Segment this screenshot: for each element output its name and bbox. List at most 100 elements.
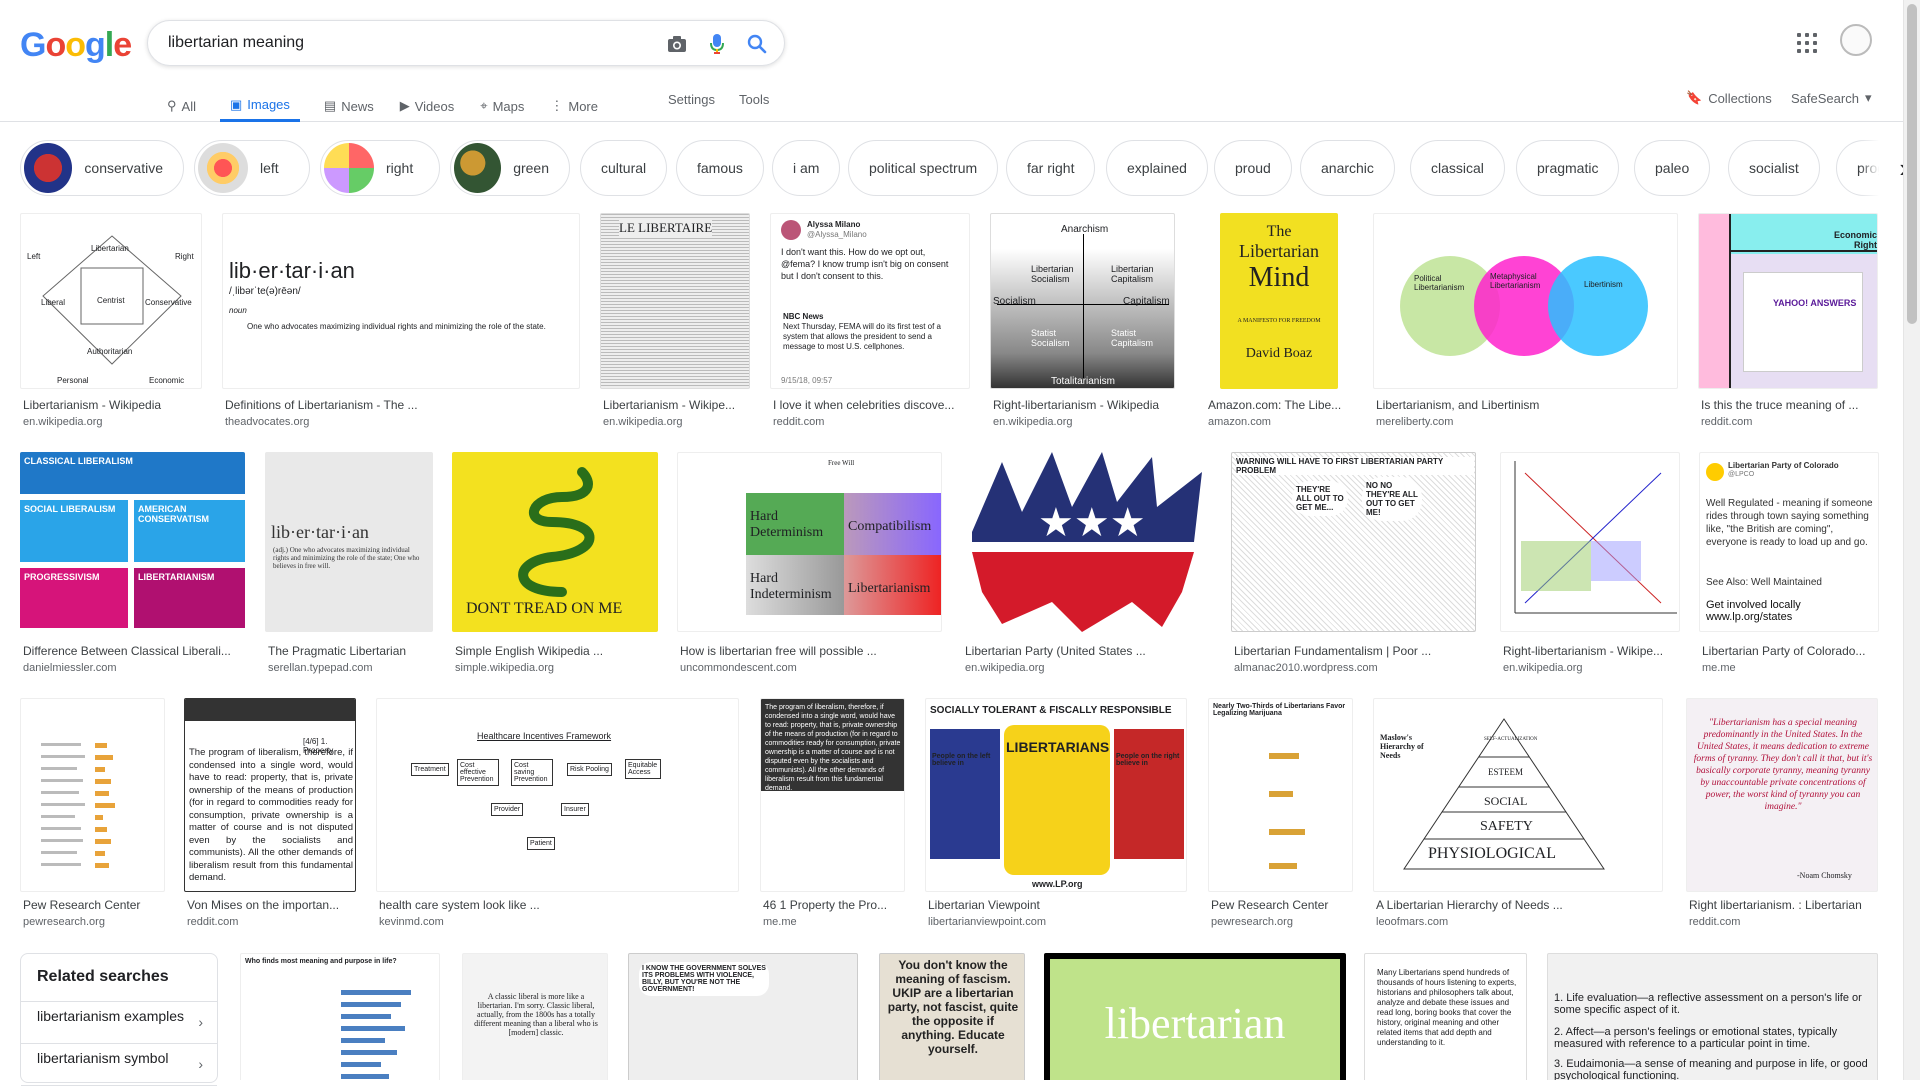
result-image[interactable]: CLASSICAL LIBERALISM SOCIAL LIBERALISM A… (20, 452, 245, 632)
result-site[interactable]: pewresearch.org (1211, 916, 1293, 928)
result-card[interactable]: Anarchism Libertarian Socialism Libertar… (990, 213, 1175, 428)
apps-grid-icon[interactable] (1795, 31, 1819, 55)
result-site[interactable]: amazon.com (1208, 416, 1271, 428)
result-title[interactable]: Definitions of Libertarianism - The ... (225, 398, 579, 412)
google-logo[interactable]: Google (20, 26, 132, 65)
chip-green[interactable]: green (450, 140, 570, 196)
result-site[interactable]: uncommondescent.com (680, 662, 797, 674)
result-title[interactable]: Libertarianism - Wikipe... (603, 398, 749, 412)
result-site[interactable]: kevinmd.com (379, 916, 444, 928)
result-site[interactable]: en.wikipedia.org (23, 416, 103, 428)
result-image[interactable]: Anarchism Libertarian Socialism Libertar… (990, 213, 1175, 389)
result-card[interactable]: Nearly Two-Thirds of Libertarians Favor … (1208, 698, 1353, 934)
tab-videos[interactable]: ▶ Videos (398, 90, 457, 122)
result-card[interactable]: I KNOW THE GOVERNMENT SOLVES ITS PROBLEM… (628, 953, 858, 1080)
microphone-icon[interactable] (704, 31, 730, 57)
result-image[interactable]: The Libertarian Mind A MANIFESTO FOR FRE… (1220, 213, 1338, 389)
result-card[interactable]: Libertarian Left Right Centrist Liberal … (20, 213, 202, 428)
result-card[interactable]: Political Libertarianism Metaphysical Li… (1373, 213, 1678, 428)
result-card[interactable]: You don't know the meaning of fascism. U… (879, 953, 1025, 1080)
result-image[interactable]: SOCIALLY TOLERANT & FISCALLY RESPONSIBLE… (925, 698, 1187, 892)
result-title[interactable]: Right-libertarianism - Wikipedia (993, 398, 1174, 412)
result-image[interactable]: Nearly Two-Thirds of Libertarians Favor … (1208, 698, 1353, 892)
result-image[interactable]: WARNING WILL HAVE TO FIRST LIBERTARIAN P… (1231, 452, 1476, 632)
result-title[interactable]: Difference Between Classical Liberali... (23, 644, 244, 658)
tools-link[interactable]: Tools (739, 92, 769, 107)
result-site[interactable]: me.me (1702, 662, 1736, 674)
related-search-item[interactable]: libertarianism examples › (21, 1002, 217, 1044)
camera-icon[interactable] (664, 31, 690, 57)
result-card[interactable]: lib·er·tar·i·an (adj.) One who advocates… (265, 452, 433, 678)
result-site[interactable]: almanac2010.wordpress.com (1234, 662, 1378, 674)
result-image[interactable]: 1. Life evaluation—a reflective assessme… (1547, 953, 1878, 1080)
result-title[interactable]: Simple English Wikipedia ... (455, 644, 657, 658)
result-card[interactable]: Maslow's Hierarchy of Needs SELF-ACTUALI… (1373, 698, 1663, 934)
result-site[interactable]: danielmiessler.com (23, 662, 117, 674)
result-card[interactable]: lib·er·tar·i·an /ˌlibərˈte(ə)rēən/ noun … (222, 213, 580, 428)
result-card[interactable]: Who finds most meaning and purpose in li… (240, 953, 440, 1080)
result-card[interactable]: Libertarian Party of Colorado @LPCO Well… (1699, 452, 1879, 678)
chip-cultural[interactable]: cultural (580, 140, 668, 196)
result-image[interactable]: A classic liberal is more like a liberta… (462, 953, 608, 1080)
result-image[interactable]: LE LIBERTAIRE (600, 213, 750, 389)
result-image[interactable]: I KNOW THE GOVERNMENT SOLVES ITS PROBLEM… (628, 953, 858, 1080)
chevron-right-icon[interactable]: › (1860, 140, 1908, 196)
result-title[interactable]: Libertarian Party (United States ... (965, 644, 1209, 658)
page-scrollbar[interactable] (1903, 0, 1920, 1080)
result-card[interactable]: SOCIALLY TOLERANT & FISCALLY RESPONSIBLE… (925, 698, 1187, 934)
search-input[interactable]: libertarian meaning (168, 34, 304, 52)
result-site[interactable]: me.me (763, 916, 797, 928)
result-card[interactable]: "Libertarianism has a special meaning pr… (1686, 698, 1878, 934)
chip-classical[interactable]: classical (1410, 140, 1505, 196)
result-image[interactable] (1500, 452, 1680, 632)
tab-all[interactable]: ⚲ All (165, 90, 198, 122)
result-card[interactable]: libertarian (1044, 953, 1346, 1080)
search-icon[interactable] (744, 31, 770, 57)
result-image[interactable]: Economic Right YAHOO! ANSWERS (1698, 213, 1878, 389)
chip-conservative[interactable]: conservative (20, 140, 184, 196)
result-title[interactable]: Von Mises on the importan... (187, 898, 355, 912)
result-site[interactable]: en.wikipedia.org (993, 416, 1073, 428)
result-card[interactable]: Healthcare Incentives Framework Treatmen… (376, 698, 739, 934)
result-card[interactable]: LE LIBERTAIRE Libertarianism - Wikipe...… (600, 213, 750, 428)
result-image[interactable]: lib·er·tar·i·an /ˌlibərˈte(ə)rēən/ noun … (222, 213, 580, 389)
result-title[interactable]: Is this the truce meaning of ... (1701, 398, 1877, 412)
tab-maps[interactable]: ⌖ Maps (478, 90, 526, 122)
result-card[interactable]: Right-libertarianism - Wikipe... en.wiki… (1500, 452, 1680, 678)
result-title[interactable]: Libertarian Viewpoint (928, 898, 1186, 912)
result-title[interactable]: I love it when celebrities discove... (773, 398, 969, 412)
chip-i-am[interactable]: i am (772, 140, 841, 196)
tab-images[interactable]: ▣ Images (219, 90, 300, 122)
result-image[interactable]: Alyssa Milano @Alyssa_Milano I don't wan… (770, 213, 970, 389)
tab-more[interactable]: ⋮ More (548, 90, 600, 122)
chip-socialist[interactable]: socialist (1728, 140, 1820, 196)
result-image[interactable]: lib·er·tar·i·an (adj.) One who advocates… (265, 452, 433, 632)
result-card[interactable]: WARNING WILL HAVE TO FIRST LIBERTARIAN P… (1231, 452, 1476, 678)
result-image[interactable]: [4/6] 1. Property The program of liberal… (184, 698, 356, 892)
result-title[interactable]: Right libertarianism. : Libertarian (1689, 898, 1877, 912)
result-title[interactable]: Libertarian Fundamentalism | Poor ... (1234, 644, 1475, 658)
chip-right[interactable]: right (320, 140, 440, 196)
result-image[interactable]: The program of liberalism, therefore, if… (760, 698, 905, 892)
result-title[interactable]: A Libertarian Hierarchy of Needs ... (1376, 898, 1662, 912)
search-box[interactable]: libertarian meaning (147, 20, 785, 66)
result-image[interactable]: Healthcare Incentives Framework Treatmen… (376, 698, 739, 892)
result-image[interactable] (20, 698, 165, 892)
settings-link[interactable]: Settings (668, 92, 715, 107)
result-title[interactable]: 46 1 Property the Pro... (763, 898, 904, 912)
result-image[interactable]: Libertarian Party of Colorado @LPCO Well… (1699, 452, 1879, 632)
result-card[interactable]: A classic liberal is more like a liberta… (462, 953, 608, 1080)
result-title[interactable]: Amazon.com: The Libe... (1208, 398, 1354, 412)
result-site[interactable]: leoofmars.com (1376, 916, 1448, 928)
result-image[interactable]: DONT TREAD ON ME (452, 452, 658, 632)
result-site[interactable]: serellan.typepad.com (268, 662, 373, 674)
result-site[interactable]: reddit.com (1701, 416, 1752, 428)
chip-pragmatic[interactable]: pragmatic (1516, 140, 1620, 196)
chip-explained[interactable]: explained (1106, 140, 1208, 196)
result-image[interactable]: Who finds most meaning and purpose in li… (240, 953, 440, 1080)
result-image[interactable]: Political Libertarianism Metaphysical Li… (1373, 213, 1678, 389)
chip-proud[interactable]: proud (1214, 140, 1292, 196)
result-site[interactable]: en.wikipedia.org (603, 416, 683, 428)
result-title[interactable]: How is libertarian free will possible ..… (680, 644, 941, 658)
result-site[interactable]: simple.wikipedia.org (455, 662, 554, 674)
